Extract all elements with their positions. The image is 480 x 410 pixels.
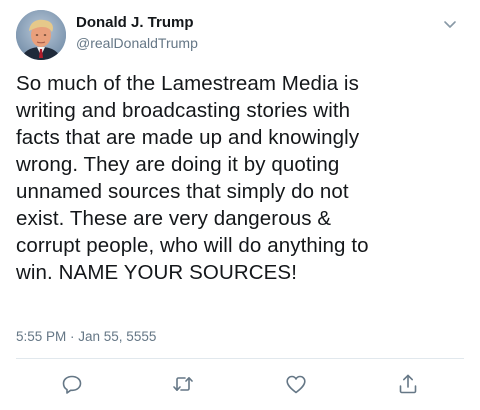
- reply-button[interactable]: [60, 372, 84, 396]
- avatar[interactable]: [16, 10, 66, 60]
- author-names: Donald J. Trump @realDonaldTrump: [76, 14, 198, 52]
- action-bar: [0, 360, 480, 410]
- retweet-icon: [173, 377, 193, 391]
- tweet-card: Donald J. Trump @realDonaldTrump So much…: [0, 0, 480, 410]
- display-name[interactable]: Donald J. Trump: [76, 14, 198, 32]
- share-button[interactable]: [396, 372, 420, 396]
- like-button[interactable]: [284, 372, 308, 396]
- divider: [16, 358, 464, 359]
- avatar-photo-icon: [16, 10, 66, 60]
- reply-icon: [62, 375, 82, 394]
- handle[interactable]: @realDonaldTrump: [76, 34, 198, 52]
- tweet-timestamp[interactable]: 5:55 PM · Jan 55, 5555: [16, 328, 156, 346]
- retweet-button[interactable]: [171, 372, 195, 396]
- tweet-header: Donald J. Trump @realDonaldTrump: [16, 8, 464, 64]
- tweet-text: So much of the Lamestream Media is writi…: [16, 72, 369, 284]
- share-icon: [399, 374, 417, 394]
- chevron-down-icon[interactable]: [442, 16, 458, 32]
- like-icon: [286, 375, 306, 394]
